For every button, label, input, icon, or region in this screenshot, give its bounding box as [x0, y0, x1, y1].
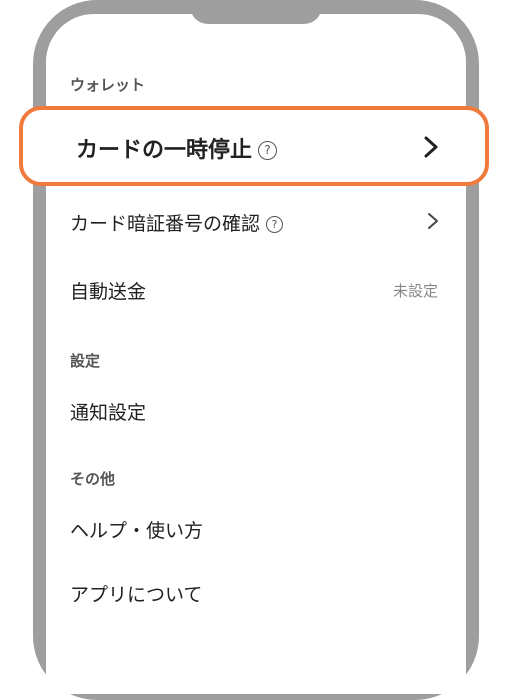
section-title-wallet: ウォレット — [70, 76, 146, 94]
section-title-settings: 設定 — [70, 352, 101, 370]
auto-transfer-label: 自動送金 — [70, 281, 147, 303]
help-usage-item[interactable]: ヘルプ・使い方 — [70, 516, 203, 543]
pause-card-label-wrap: カードの一時停止? — [76, 132, 278, 164]
notification-settings-item[interactable]: 通知設定 — [70, 398, 146, 425]
chevron-right-icon — [428, 213, 438, 229]
card-pin-label-wrap: カード暗証番号の確認? — [70, 209, 284, 236]
help-icon[interactable]: ? — [258, 141, 278, 160]
card-pin-label: カード暗証番号の確認 — [70, 213, 261, 235]
about-app-item[interactable]: アプリについて — [70, 580, 202, 607]
phone-notch — [190, 0, 322, 24]
chevron-right-icon — [424, 136, 438, 158]
pause-card-label: カードの一時停止 — [76, 138, 253, 163]
pause-card-row[interactable]: カードの一時停止? — [19, 106, 489, 186]
help-icon[interactable]: ? — [266, 216, 284, 233]
section-title-other: その他 — [70, 470, 116, 488]
auto-transfer-status: 未設定 — [392, 282, 438, 300]
